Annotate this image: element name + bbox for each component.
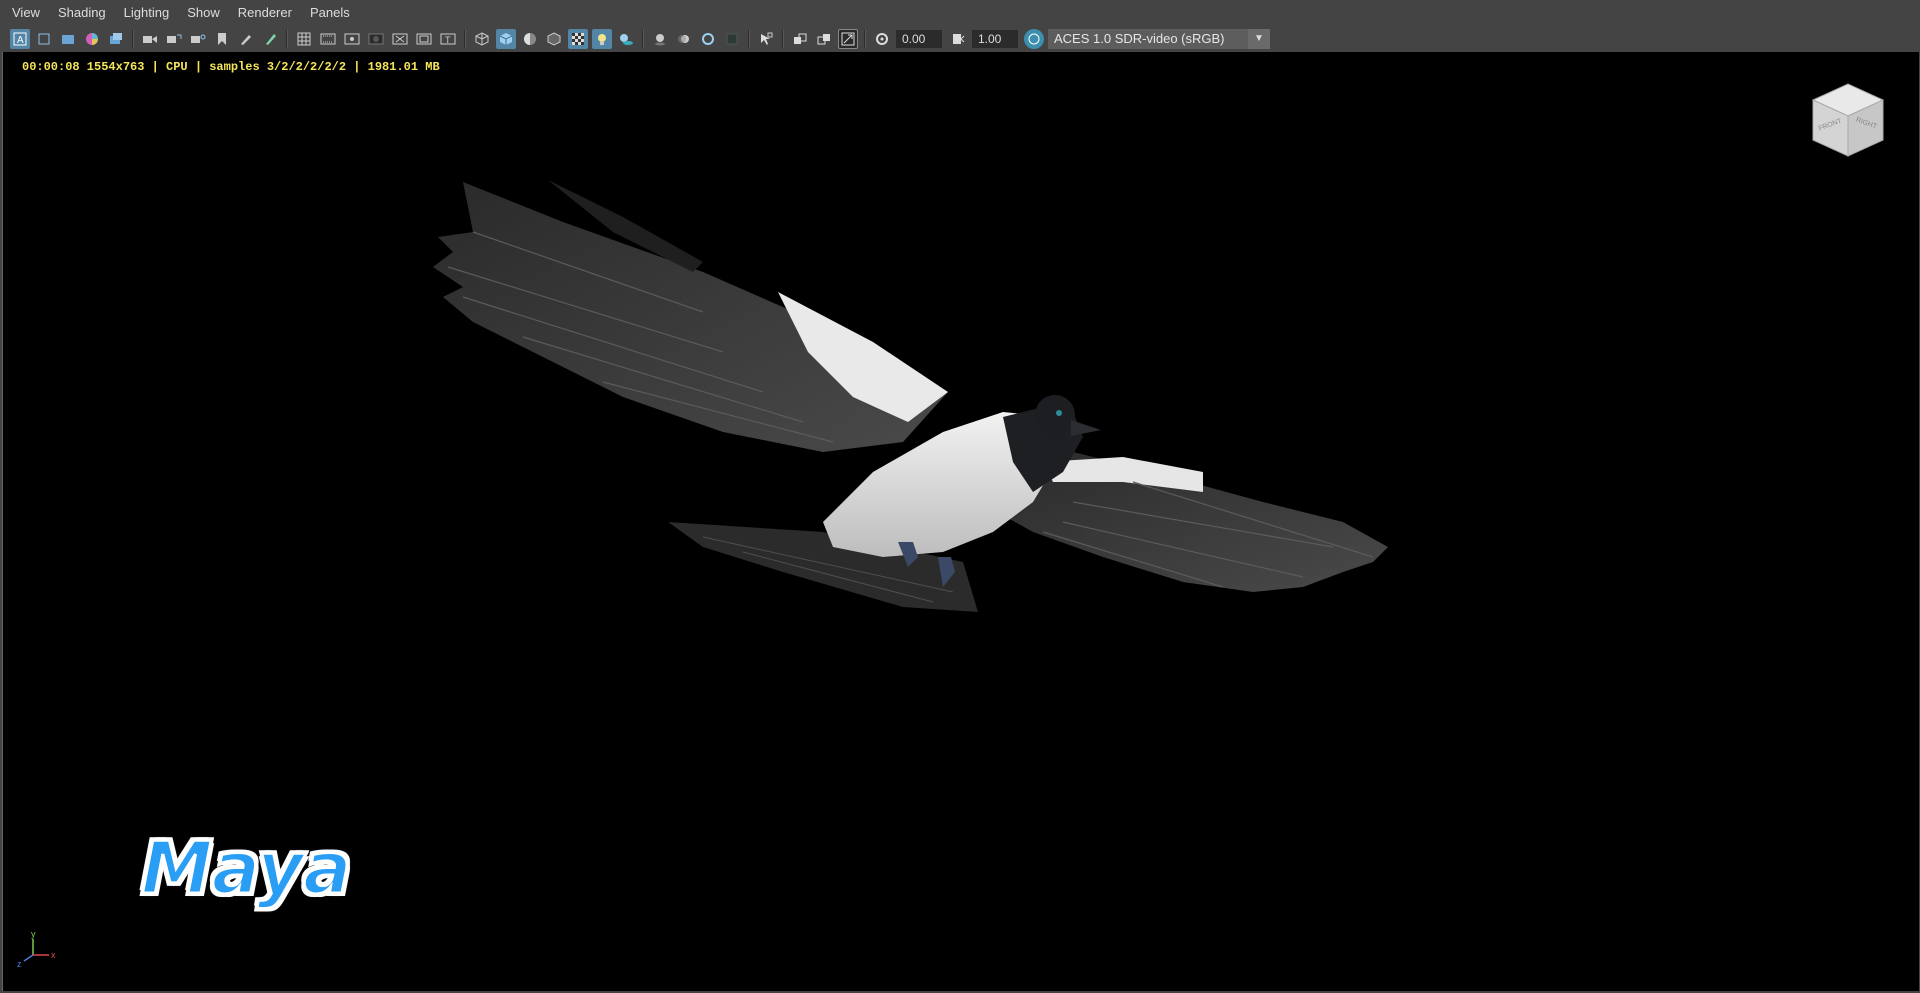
film-gate-toggle-icon[interactable]: [318, 29, 338, 49]
wireframe-icon[interactable]: [472, 29, 492, 49]
camera-track-icon[interactable]: [164, 29, 184, 49]
xray-components-icon[interactable]: [838, 29, 858, 49]
use-lights-icon[interactable]: [592, 29, 612, 49]
axis-y-label: y: [31, 929, 36, 939]
xray-icon[interactable]: [790, 29, 810, 49]
chevron-down-icon[interactable]: ▼: [1248, 29, 1270, 49]
grid-icon[interactable]: [294, 29, 314, 49]
toolbar-separator: [464, 30, 466, 48]
camera-attributes-icon[interactable]: [34, 29, 54, 49]
menu-show[interactable]: Show: [178, 0, 229, 26]
image-plane-icon[interactable]: [106, 29, 126, 49]
menu-renderer[interactable]: Renderer: [229, 0, 301, 26]
shadows-icon[interactable]: [616, 29, 636, 49]
svg-text:T: T: [445, 35, 451, 45]
resolution-gate-icon[interactable]: [342, 29, 362, 49]
axis-z-label: z: [17, 959, 22, 969]
toolbar-separator: [782, 30, 784, 48]
depth-of-field-icon[interactable]: [722, 29, 742, 49]
axis-gizmo: y x z: [17, 929, 56, 969]
ambient-occlusion-icon[interactable]: [650, 29, 670, 49]
maya-logo: Maya: [140, 825, 354, 912]
shade-wireframe-icon[interactable]: [520, 29, 540, 49]
toolbar-separator: [864, 30, 866, 48]
viewport-menu-bar: View Shading Lighting Show Renderer Pane…: [0, 0, 1920, 26]
smooth-shade-icon[interactable]: [496, 29, 516, 49]
safe-action-icon[interactable]: [414, 29, 434, 49]
menu-shading[interactable]: Shading: [49, 0, 115, 26]
left-wing: [433, 180, 948, 452]
gamma-field[interactable]: 1.00: [972, 30, 1018, 48]
exposure-field[interactable]: 0.00: [896, 30, 942, 48]
svg-text:A: A: [17, 35, 24, 46]
menu-lighting[interactable]: Lighting: [115, 0, 179, 26]
view-transform-icon[interactable]: [1024, 29, 1044, 49]
toolbar-separator: [132, 30, 134, 48]
menu-view[interactable]: View: [0, 0, 49, 26]
anti-aliasing-icon[interactable]: [698, 29, 718, 49]
color-space-dropdown[interactable]: ACES 1.0 SDR-video (sRGB) ▼: [1048, 29, 1270, 49]
viewcube[interactable]: FRONT RIGHT: [1803, 70, 1893, 160]
axis-x-label: x: [51, 950, 56, 960]
color-wheel-icon[interactable]: [82, 29, 102, 49]
color-space-label: ACES 1.0 SDR-video (sRGB): [1054, 31, 1225, 46]
bounding-box-icon[interactable]: [544, 29, 564, 49]
toolbar-separator: [642, 30, 644, 48]
gamma-icon[interactable]: [948, 29, 968, 49]
motion-blur-icon[interactable]: [674, 29, 694, 49]
paint-icon[interactable]: [260, 29, 280, 49]
camera-bookmark-icon[interactable]: [212, 29, 232, 49]
textured-icon[interactable]: [568, 29, 588, 49]
field-chart-icon[interactable]: [390, 29, 410, 49]
isolate-select-icon[interactable]: [756, 29, 776, 49]
viewport-toolbar: A T 0.00 1.00 ACES 1.0 SDR-video (sRGB) …: [0, 26, 1920, 52]
toolbar-separator: [286, 30, 288, 48]
select-camera-icon[interactable]: A: [10, 29, 30, 49]
viewport-3d[interactable]: 00:00:08 1554x763 | CPU | samples 3/2/2/…: [2, 52, 1919, 991]
film-gate-icon[interactable]: [58, 29, 78, 49]
exposure-icon[interactable]: [872, 29, 892, 49]
grease-pencil-icon[interactable]: [236, 29, 256, 49]
toolbar-separator: [748, 30, 750, 48]
safe-title-icon[interactable]: T: [438, 29, 458, 49]
menu-panels[interactable]: Panels: [301, 0, 359, 26]
render-stats-hud: 00:00:08 1554x763 | CPU | samples 3/2/2/…: [22, 60, 440, 74]
camera-dolly-icon[interactable]: [188, 29, 208, 49]
gate-mask-icon[interactable]: [366, 29, 386, 49]
xray-joints-icon[interactable]: [814, 29, 834, 49]
bookmark-camera-icon[interactable]: [140, 29, 160, 49]
